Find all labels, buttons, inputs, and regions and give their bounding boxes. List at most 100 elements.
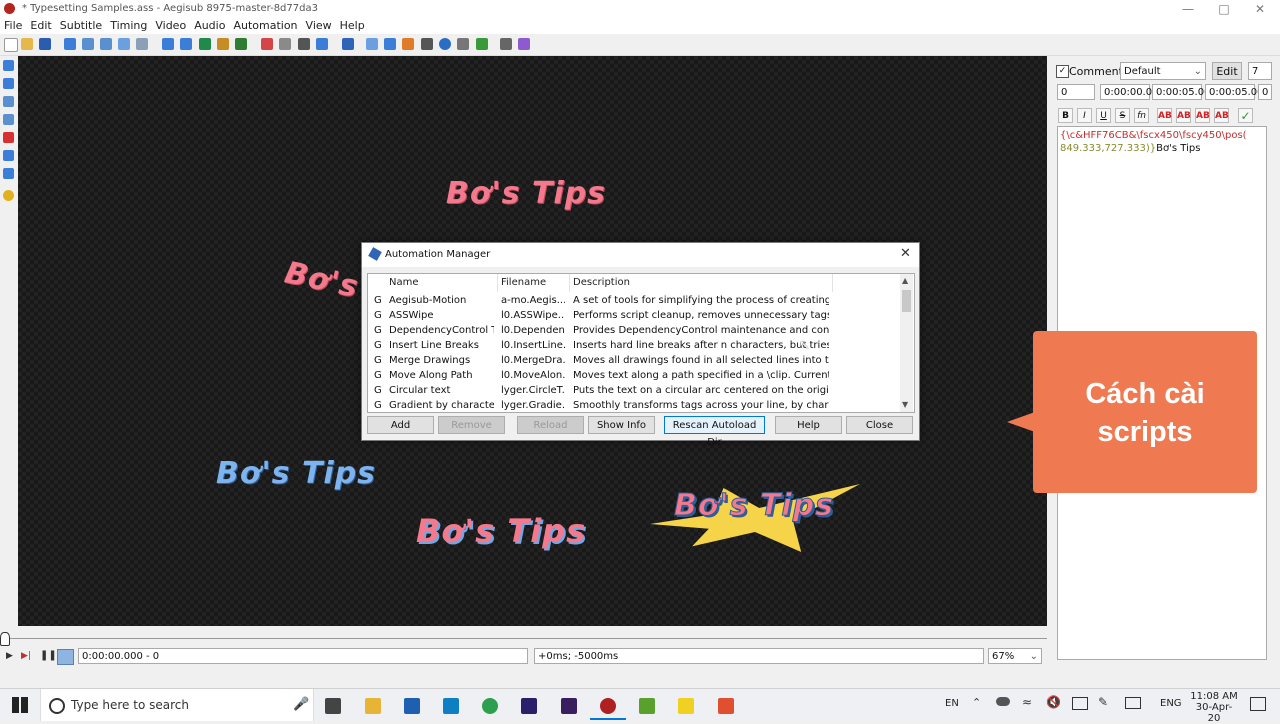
pen-icon[interactable]: ✎ [1098,695,1108,709]
video-details-icon[interactable] [402,38,414,50]
scroll-thumb[interactable] [902,290,911,312]
after-effects-icon[interactable] [561,698,577,714]
fonts-collector-icon[interactable] [217,38,229,50]
stop-icon[interactable] [421,38,433,50]
menu-audio[interactable]: Audio [190,18,229,34]
column-header-description[interactable]: Description [573,277,630,288]
font-button[interactable]: fn [1134,108,1149,123]
volume-muted-icon[interactable]: 🔇 [1046,695,1061,709]
show-info-button[interactable]: Show Info [588,416,655,434]
styling-assistant-icon[interactable] [316,38,328,50]
resample-icon[interactable] [235,38,247,50]
input-language[interactable]: ENG [1160,698,1182,709]
strikeout-button[interactable]: S [1115,108,1130,123]
end-time-field[interactable]: 0:00:05.00 [1152,84,1210,100]
italic-button[interactable]: I [1077,108,1092,123]
attachments-icon[interactable] [199,38,211,50]
scale-tool-icon[interactable] [3,132,14,143]
list-item[interactable]: G ASSWipe l0.ASSWipe... Performs script cle… [368,308,898,323]
column-header-filename[interactable]: Filename [501,277,546,288]
primary-color-button[interactable]: AB [1157,108,1172,123]
zoom-in-icon[interactable] [82,38,94,50]
check-icon[interactable] [476,38,488,50]
automation-scripts-list[interactable]: Name Filename Description G Aegisub-Motio… [367,273,915,413]
timing-postprocessor-icon[interactable] [261,38,273,50]
options-icon[interactable] [500,38,512,50]
premiere-icon[interactable] [521,698,537,714]
outline-color-button[interactable]: AB [1195,108,1210,123]
secondary-color-button[interactable]: AB [1176,108,1191,123]
menu-help[interactable]: Help [336,18,369,34]
kanji-timer-icon[interactable] [279,38,291,50]
list-item[interactable]: G DependencyControl T... l0.Dependen... Pro… [368,323,898,338]
minimize-icon[interactable]: — [1170,0,1206,18]
zoom-out-icon[interactable] [100,38,112,50]
select-lines-icon[interactable] [457,38,469,50]
replace-icon[interactable] [136,38,148,50]
clip-tool-icon[interactable] [3,150,14,161]
underline-button[interactable]: U [1096,108,1111,123]
taskbar-search-box[interactable]: Type here to search 🎤 [40,689,314,721]
task-view-icon[interactable] [325,698,341,714]
start-time-field[interactable]: 0:00:00.00 [1100,84,1158,100]
windows-start-icon[interactable] [12,697,28,713]
style-select[interactable]: Default ⌄ [1120,62,1206,80]
list-item[interactable]: G Circular text lyger.CircleT... Puts the t… [368,383,898,398]
properties-icon[interactable] [162,38,174,50]
styles-manager-icon[interactable] [180,38,192,50]
menu-view[interactable]: View [302,18,336,34]
video-seek-bar[interactable] [0,628,1047,648]
play-icon[interactable]: ▶ [6,651,13,661]
duration-field[interactable]: 0:00:05.00 [1205,84,1263,100]
menu-video[interactable]: Video [151,18,190,34]
play-line-icon[interactable]: ▶| [21,651,31,661]
actor-field[interactable]: 7 [1248,62,1272,80]
spell-checker-icon[interactable] [384,38,396,50]
rotate-xy-tool-icon[interactable] [3,114,14,125]
find-icon[interactable] [118,38,130,50]
microphone-icon[interactable]: 🎤 [293,697,309,712]
new-file-icon[interactable] [4,38,18,52]
list-scrollbar[interactable]: ▲ ▼ [900,274,913,412]
rescan-autoload-dir-button[interactable]: Rescan Autoload Dir [664,416,765,448]
help-icon[interactable] [3,190,14,201]
device-icon[interactable] [1072,697,1088,710]
menu-automation[interactable]: Automation [229,18,301,34]
browser-icon[interactable] [482,698,498,714]
pause-icon[interactable]: ❚❚ [40,650,57,661]
menu-file[interactable]: File [0,18,26,34]
seek-handle[interactable] [0,632,10,646]
menu-timing[interactable]: Timing [106,18,151,34]
scroll-up-icon[interactable]: ▲ [902,276,908,285]
clock[interactable]: 11:08 AM 30-Apr-20 [1190,691,1238,724]
notifications-icon[interactable] [1250,697,1266,711]
zoom-select[interactable]: 67% ⌄ [988,648,1042,664]
list-item[interactable]: G Aegisub-Motion a-mo.Aegis... A set of too… [368,293,898,308]
reload-button[interactable]: Reload [517,416,584,434]
vector-clip-tool-icon[interactable] [3,168,14,179]
layer-field[interactable]: 0 [1057,84,1095,100]
add-button[interactable]: Add [367,416,434,434]
wifi-icon[interactable]: ≈ [1022,695,1032,709]
store-icon[interactable] [404,698,420,714]
translation-assistant-icon[interactable] [366,38,378,50]
list-item[interactable]: G Merge Drawings l0.MergeDra... Moves all d… [368,353,898,368]
list-item[interactable]: G Insert Line Breaks l0.InsertLine... Inser… [368,338,898,353]
remove-button[interactable]: Remove [438,416,505,434]
app-l-icon[interactable] [443,698,459,714]
maximize-icon[interactable]: □ [1206,0,1242,18]
keyboard-icon[interactable] [1125,697,1141,709]
shift-times-icon[interactable] [298,38,310,50]
aegisub-taskbar-icon[interactable] [600,698,616,714]
margin-field[interactable]: 0 [1258,84,1272,100]
checkmark-app-icon[interactable] [639,698,655,714]
open-file-icon[interactable] [21,38,33,50]
file-explorer-icon[interactable] [365,698,381,714]
dialog-close-icon[interactable]: ✕ [900,246,911,261]
list-item[interactable]: G Gradient by character lyger.Gradie... Smo… [368,398,898,412]
menu-edit[interactable]: Edit [26,18,55,34]
menu-subtitle[interactable]: Subtitle [56,18,106,34]
standard-tool-icon[interactable] [3,60,14,71]
help-button[interactable]: Help [775,416,842,434]
edit-style-button[interactable]: Edit [1212,62,1242,80]
